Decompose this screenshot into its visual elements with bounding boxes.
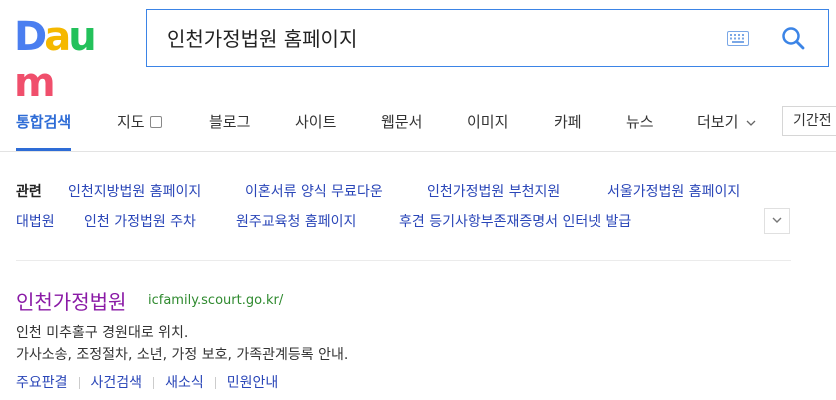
keyboard-icon[interactable]	[727, 31, 749, 50]
tab-site[interactable]: 사이트	[295, 95, 336, 151]
search-icon[interactable]	[781, 26, 805, 54]
logo-letter-a: a	[44, 14, 71, 60]
tab-map[interactable]: 지도	[117, 95, 162, 151]
related-link[interactable]: 서울가정법원 홈페이지	[607, 177, 740, 207]
tab-label: 더보기	[697, 113, 739, 131]
tab-blog[interactable]: 블로그	[209, 95, 250, 151]
result-description: 인천 미추홀구 경원대로 위치. 가사소송, 조정절차, 소년, 가정 보호, …	[16, 322, 348, 366]
divider	[214, 377, 216, 389]
search-tabs: 통합검색 지도 블로그 사이트 웹문서 이미지 카페 뉴스 더보기	[0, 95, 836, 152]
divider	[153, 377, 155, 389]
related-link[interactable]: 인천 가정법원 주차	[84, 207, 196, 237]
result-url[interactable]: icfamily.scourt.go.kr/	[148, 293, 283, 308]
chevron-down-icon	[746, 94, 756, 148]
tab-label: 카페	[554, 113, 582, 131]
related-link[interactable]: 후견 등기사항부존재증명서 인터넷 발급	[399, 207, 631, 237]
search-input[interactable]: 인천가정법원 홈페이지	[167, 10, 357, 68]
tab-webdoc[interactable]: 웹문서	[381, 95, 422, 151]
result-desc-line: 가사소송, 조정절차, 소년, 가정 보호, 가족관계등록 안내.	[16, 347, 349, 363]
tab-label: 통합검색	[16, 113, 72, 131]
tab-cafe[interactable]: 카페	[554, 95, 582, 151]
tab-label: 블로그	[209, 113, 251, 131]
related-link[interactable]: 인천지방법원 홈페이지	[68, 177, 201, 207]
related-link[interactable]: 대법원	[16, 207, 55, 237]
related-link[interactable]: 이혼서류 양식 무료다운	[245, 177, 383, 207]
tab-label: 지도	[117, 113, 145, 131]
sublink-civil-info[interactable]: 민원안내	[227, 375, 279, 391]
result-sublinks: 주요판결 사건검색 새소식 민원안내	[16, 372, 278, 392]
tab-integrated[interactable]: 통합검색	[16, 95, 72, 151]
tab-image[interactable]: 이미지	[467, 95, 508, 151]
divider	[78, 377, 80, 389]
map-toggle-icon	[149, 115, 162, 128]
tab-news[interactable]: 뉴스	[626, 95, 654, 151]
tab-label: 웹문서	[381, 113, 423, 131]
sublink-news[interactable]: 새소식	[165, 375, 204, 391]
search-box[interactable]: 인천가정법원 홈페이지	[146, 9, 829, 67]
related-label: 관련	[16, 184, 42, 200]
logo-letter-u: u	[68, 14, 97, 60]
chevron-down-icon	[772, 217, 782, 223]
period-filter-button[interactable]: 기간전	[782, 106, 836, 136]
related-link[interactable]: 인천가정법원 부천지원	[427, 177, 560, 207]
tab-label: 사이트	[295, 113, 337, 131]
tab-label: 이미지	[467, 113, 509, 131]
related-link[interactable]: 원주교육청 홈페이지	[236, 207, 356, 237]
related-expand-button[interactable]	[764, 208, 790, 234]
tab-label: 뉴스	[626, 113, 654, 131]
sublink-case-search[interactable]: 사건검색	[91, 375, 143, 391]
logo-letter-d: D	[14, 14, 47, 60]
daum-logo[interactable]: Daum	[14, 14, 122, 106]
result-title-link[interactable]: 인천가정법원	[16, 286, 126, 315]
sublink-main-rulings[interactable]: 주요판결	[16, 375, 68, 391]
tab-more[interactable]: 더보기	[697, 95, 756, 151]
result-desc-line: 인천 미추홀구 경원대로 위치.	[16, 325, 189, 341]
section-divider	[16, 260, 791, 261]
